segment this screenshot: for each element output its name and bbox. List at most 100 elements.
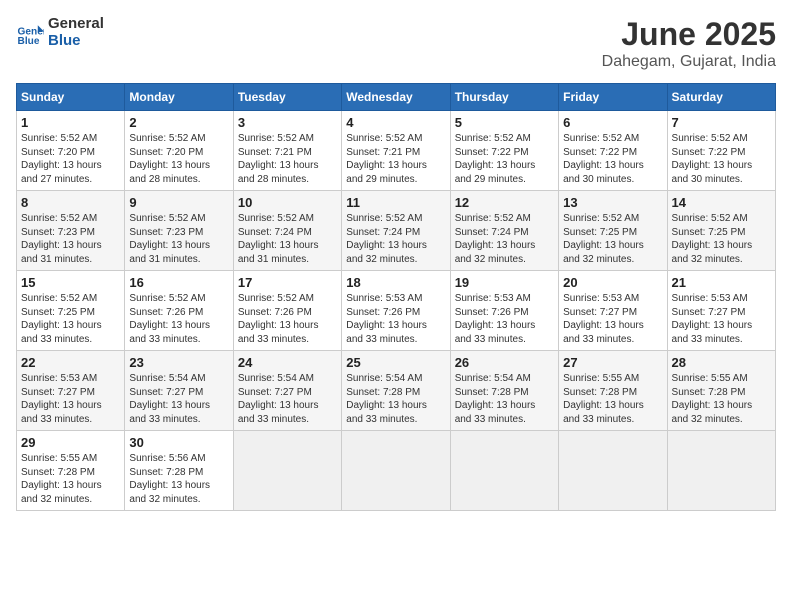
- calendar-cell: 7Sunrise: 5:52 AM Sunset: 7:22 PM Daylig…: [667, 111, 775, 191]
- day-info: Sunrise: 5:52 AM Sunset: 7:22 PM Dayligh…: [563, 132, 662, 186]
- day-info: Sunrise: 5:54 AM Sunset: 7:27 PM Dayligh…: [238, 372, 337, 426]
- day-header-monday: Monday: [125, 84, 233, 111]
- day-number: 12: [455, 195, 554, 210]
- calendar-cell: 29 Sunrise: 5:55 AM Sunset: 7:28 PM Dayli…: [17, 431, 125, 511]
- day-number: 25: [346, 355, 445, 370]
- day-info: Sunrise: 5:53 AM Sunset: 7:27 PM Dayligh…: [672, 292, 771, 346]
- svg-text:Blue: Blue: [18, 35, 40, 46]
- day-number: 17: [238, 275, 337, 290]
- week-row-4: 22 Sunrise: 5:53 AM Sunset: 7:27 PM Dayli…: [17, 351, 776, 431]
- day-info: Sunrise: 5:52 AM Sunset: 7:25 PM Dayligh…: [21, 292, 120, 346]
- day-info: Sunrise: 5:52 AM Sunset: 7:21 PM Dayligh…: [238, 132, 337, 186]
- calendar-cell: [667, 431, 775, 511]
- day-info: Sunrise: 5:54 AM Sunset: 7:27 PM Dayligh…: [129, 372, 228, 426]
- day-info: Sunrise: 5:54 AM Sunset: 7:28 PM Dayligh…: [346, 372, 445, 426]
- day-number: 4: [346, 115, 445, 130]
- day-info: Sunrise: 5:54 AM Sunset: 7:28 PM Dayligh…: [455, 372, 554, 426]
- day-number: 21: [672, 275, 771, 290]
- day-info: Sunrise: 5:53 AM Sunset: 7:27 PM Dayligh…: [563, 292, 662, 346]
- calendar-cell: [233, 431, 341, 511]
- calendar-cell: 12 Sunrise: 5:52 AM Sunset: 7:24 PM Dayli…: [450, 191, 558, 271]
- day-info: Sunrise: 5:52 AM Sunset: 7:23 PM Dayligh…: [21, 212, 120, 266]
- calendar-cell: 1Sunrise: 5:52 AM Sunset: 7:20 PM Daylig…: [17, 111, 125, 191]
- calendar-cell: 14 Sunrise: 5:52 AM Sunset: 7:25 PM Dayli…: [667, 191, 775, 271]
- day-info: Sunrise: 5:52 AM Sunset: 7:24 PM Dayligh…: [455, 212, 554, 266]
- calendar-cell: 21 Sunrise: 5:53 AM Sunset: 7:27 PM Dayli…: [667, 271, 775, 351]
- day-number: 26: [455, 355, 554, 370]
- day-number: 20: [563, 275, 662, 290]
- calendar-cell: 2Sunrise: 5:52 AM Sunset: 7:20 PM Daylig…: [125, 111, 233, 191]
- day-info: Sunrise: 5:52 AM Sunset: 7:24 PM Dayligh…: [346, 212, 445, 266]
- logo-line1: General: [48, 16, 104, 33]
- calendar-cell: 20 Sunrise: 5:53 AM Sunset: 7:27 PM Dayli…: [559, 271, 667, 351]
- logo-line2: Blue: [48, 33, 104, 50]
- week-row-2: 8Sunrise: 5:52 AM Sunset: 7:23 PM Daylig…: [17, 191, 776, 271]
- day-info: Sunrise: 5:52 AM Sunset: 7:24 PM Dayligh…: [238, 212, 337, 266]
- calendar-cell: 11 Sunrise: 5:52 AM Sunset: 7:24 PM Dayli…: [342, 191, 450, 271]
- calendar-cell: 3 Sunrise: 5:52 AM Sunset: 7:21 PM Daylig…: [233, 111, 341, 191]
- day-number: 23: [129, 355, 228, 370]
- day-header-wednesday: Wednesday: [342, 84, 450, 111]
- day-info: Sunrise: 5:52 AM Sunset: 7:22 PM Dayligh…: [455, 132, 554, 186]
- calendar-cell: 17 Sunrise: 5:52 AM Sunset: 7:26 PM Dayli…: [233, 271, 341, 351]
- day-number: 10: [238, 195, 337, 210]
- calendar-cell: 9Sunrise: 5:52 AM Sunset: 7:23 PM Daylig…: [125, 191, 233, 271]
- day-header-thursday: Thursday: [450, 84, 558, 111]
- logo-icon: General Blue: [16, 19, 44, 47]
- day-number: 28: [672, 355, 771, 370]
- calendar-subtitle: Dahegam, Gujarat, India: [602, 53, 776, 71]
- day-number: 19: [455, 275, 554, 290]
- day-info: Sunrise: 5:55 AM Sunset: 7:28 PM Dayligh…: [672, 372, 771, 426]
- day-info: Sunrise: 5:53 AM Sunset: 7:26 PM Dayligh…: [455, 292, 554, 346]
- calendar-cell: 15 Sunrise: 5:52 AM Sunset: 7:25 PM Dayli…: [17, 271, 125, 351]
- day-info: Sunrise: 5:52 AM Sunset: 7:20 PM Dayligh…: [21, 132, 120, 186]
- calendar-cell: 5 Sunrise: 5:52 AM Sunset: 7:22 PM Daylig…: [450, 111, 558, 191]
- day-number: 13: [563, 195, 662, 210]
- day-info: Sunrise: 5:52 AM Sunset: 7:26 PM Dayligh…: [129, 292, 228, 346]
- day-header-sunday: Sunday: [17, 84, 125, 111]
- day-number: 3: [238, 115, 337, 130]
- calendar-cell: 27Sunrise: 5:55 AM Sunset: 7:28 PM Dayli…: [559, 351, 667, 431]
- day-info: Sunrise: 5:55 AM Sunset: 7:28 PM Dayligh…: [21, 452, 120, 506]
- day-number: 15: [21, 275, 120, 290]
- calendar-cell: 26 Sunrise: 5:54 AM Sunset: 7:28 PM Dayli…: [450, 351, 558, 431]
- day-info: Sunrise: 5:52 AM Sunset: 7:25 PM Dayligh…: [563, 212, 662, 266]
- calendar-cell: 19 Sunrise: 5:53 AM Sunset: 7:26 PM Dayli…: [450, 271, 558, 351]
- day-number: 9: [129, 195, 228, 210]
- day-number: 30: [129, 435, 228, 450]
- calendar-cell: 6 Sunrise: 5:52 AM Sunset: 7:22 PM Daylig…: [559, 111, 667, 191]
- day-number: 22: [21, 355, 120, 370]
- week-row-3: 15 Sunrise: 5:52 AM Sunset: 7:25 PM Dayli…: [17, 271, 776, 351]
- calendar-cell: [450, 431, 558, 511]
- day-number: 5: [455, 115, 554, 130]
- day-number: 29: [21, 435, 120, 450]
- day-number: 11: [346, 195, 445, 210]
- week-row-5: 29 Sunrise: 5:55 AM Sunset: 7:28 PM Dayli…: [17, 431, 776, 511]
- day-info: Sunrise: 5:52 AM Sunset: 7:26 PM Dayligh…: [238, 292, 337, 346]
- calendar-cell: 23 Sunrise: 5:54 AM Sunset: 7:27 PM Dayli…: [125, 351, 233, 431]
- calendar-cell: 30 Sunrise: 5:56 AM Sunset: 7:28 PM Dayli…: [125, 431, 233, 511]
- day-number: 14: [672, 195, 771, 210]
- calendar-cell: 25 Sunrise: 5:54 AM Sunset: 7:28 PM Dayli…: [342, 351, 450, 431]
- day-number: 2: [129, 115, 228, 130]
- calendar-table: SundayMondayTuesdayWednesdayThursdayFrid…: [16, 83, 776, 511]
- title-area: June 2025 Dahegam, Gujarat, India: [602, 16, 776, 71]
- day-header-friday: Friday: [559, 84, 667, 111]
- day-number: 24: [238, 355, 337, 370]
- calendar-cell: 10 Sunrise: 5:52 AM Sunset: 7:24 PM Dayli…: [233, 191, 341, 271]
- day-number: 6: [563, 115, 662, 130]
- page-header: General Blue General Blue June 2025 Dahe…: [16, 16, 776, 71]
- day-info: Sunrise: 5:52 AM Sunset: 7:25 PM Dayligh…: [672, 212, 771, 266]
- day-header-saturday: Saturday: [667, 84, 775, 111]
- calendar-cell: 18Sunrise: 5:53 AM Sunset: 7:26 PM Dayli…: [342, 271, 450, 351]
- day-number: 16: [129, 275, 228, 290]
- day-header-tuesday: Tuesday: [233, 84, 341, 111]
- logo: General Blue General Blue: [16, 16, 104, 49]
- day-info: Sunrise: 5:56 AM Sunset: 7:28 PM Dayligh…: [129, 452, 228, 506]
- calendar-cell: 13 Sunrise: 5:52 AM Sunset: 7:25 PM Dayli…: [559, 191, 667, 271]
- calendar-title: June 2025: [602, 16, 776, 53]
- day-info: Sunrise: 5:53 AM Sunset: 7:27 PM Dayligh…: [21, 372, 120, 426]
- calendar-header-row: SundayMondayTuesdayWednesdayThursdayFrid…: [17, 84, 776, 111]
- day-number: 18: [346, 275, 445, 290]
- calendar-cell: [559, 431, 667, 511]
